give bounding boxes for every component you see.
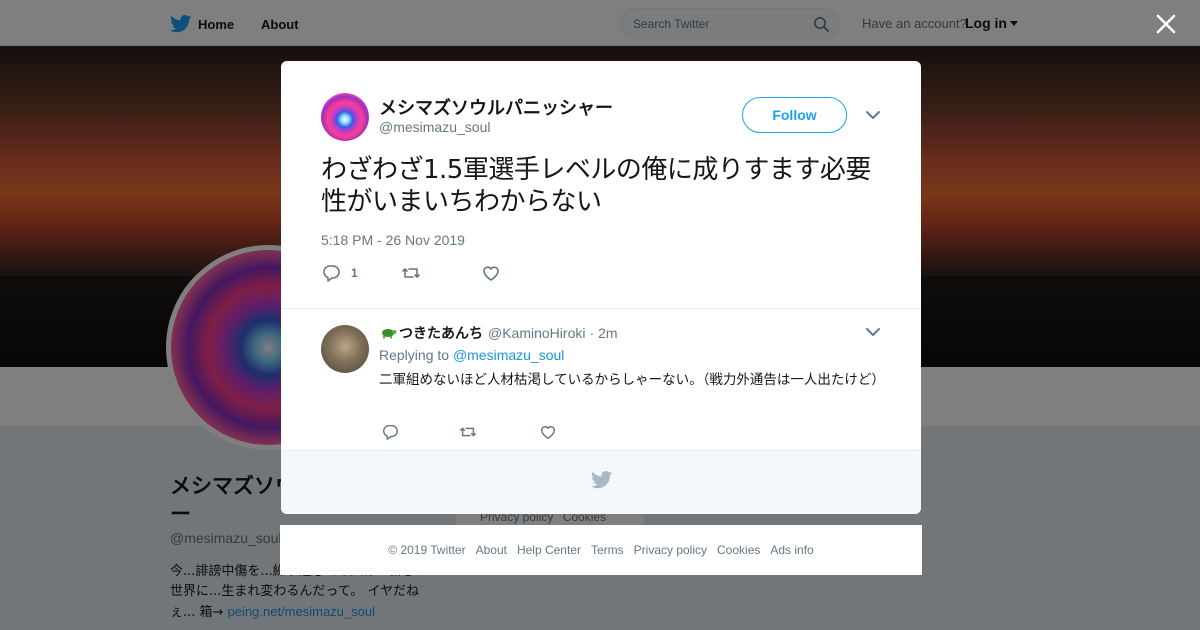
- modal-footer: [281, 450, 921, 514]
- reply-author-name[interactable]: つきたあんち: [399, 323, 483, 343]
- replying-to: Replying to @mesimazu_soul: [379, 347, 564, 363]
- reply-icon: [323, 265, 340, 282]
- retweet-button[interactable]: [401, 262, 421, 284]
- reply-author-handle[interactable]: @KaminoHiroki: [488, 325, 585, 341]
- close-icon[interactable]: [1153, 11, 1179, 37]
- reply-retweet-button[interactable]: [459, 421, 477, 443]
- reply-reply-button[interactable]: [381, 421, 399, 443]
- like-icon: [540, 426, 556, 440]
- tweet-modal: メシマズソウルパニッシャー @mesimazu_soul Follow わざわざ…: [281, 61, 921, 514]
- turtle-emoji-icon: [382, 329, 397, 339]
- reply-text: 二軍組めないほど人材枯渇しているからしゃーない。（戦力外通告は一人出たけど）: [379, 372, 885, 388]
- divider: [281, 308, 921, 309]
- footer-link-help-center[interactable]: Help Center: [517, 543, 581, 557]
- like-button[interactable]: [481, 262, 501, 284]
- chevron-down-icon[interactable]: [865, 326, 881, 338]
- reply-button[interactable]: 1: [321, 262, 358, 284]
- retweet-icon: [402, 268, 420, 278]
- tweet-timestamp[interactable]: 5:18 PM - 26 Nov 2019: [321, 232, 465, 248]
- chevron-down-icon[interactable]: [865, 109, 881, 121]
- retweet-icon: [460, 427, 476, 437]
- replying-prefix: Replying to: [379, 347, 450, 363]
- footer-link-privacy[interactable]: Privacy policy: [634, 543, 707, 557]
- reply-header: つきたあんち @KaminoHiroki · 2m: [379, 323, 618, 343]
- reply-icon: [382, 424, 398, 440]
- twitter-bird-icon: [591, 471, 613, 489]
- replying-mention[interactable]: @mesimazu_soul: [453, 347, 564, 363]
- tweet-author-name[interactable]: メシマズソウルパニッシャー: [379, 94, 613, 120]
- tweet-text: わざわざ1.5軍選手レベルの俺に成りすます必要性がいまいちわからない: [321, 155, 871, 217]
- legal-footer: © 2019 Twitter About Help Center Terms P…: [280, 525, 922, 575]
- tweet-author-handle[interactable]: @mesimazu_soul: [379, 119, 490, 135]
- reply-count: 1: [351, 266, 358, 280]
- footer-link-cookies[interactable]: Cookies: [717, 543, 760, 557]
- reply-like-button[interactable]: [539, 421, 557, 443]
- follow-button[interactable]: Follow: [742, 97, 847, 133]
- footer-link-terms[interactable]: Terms: [591, 543, 624, 557]
- reply-time[interactable]: 2m: [598, 325, 617, 341]
- footer-link-ads-info[interactable]: Ads info: [770, 543, 813, 557]
- footer-link-about[interactable]: About: [476, 543, 507, 557]
- reply-author-avatar[interactable]: [321, 325, 369, 373]
- tweet-author-avatar[interactable]: [321, 93, 369, 141]
- footer-copyright: © 2019 Twitter: [388, 543, 466, 557]
- like-icon: [483, 266, 499, 281]
- reply-separator: ·: [589, 325, 595, 341]
